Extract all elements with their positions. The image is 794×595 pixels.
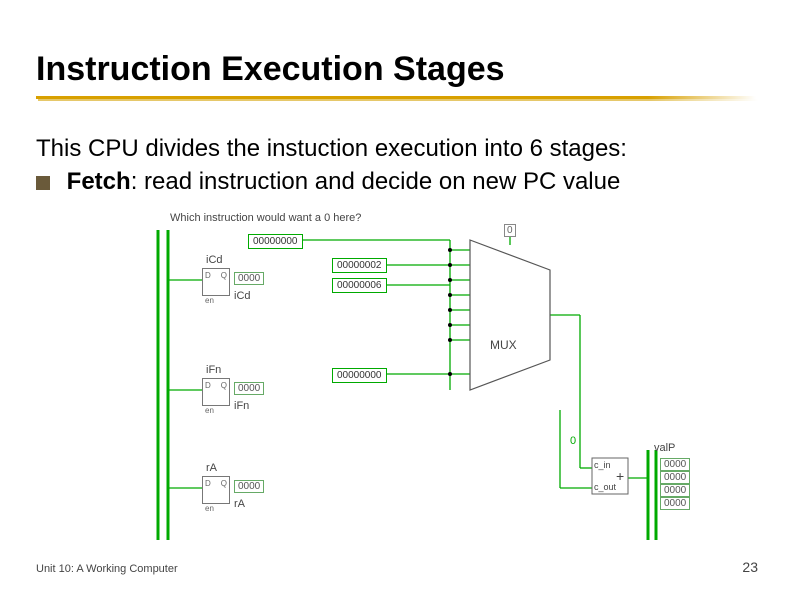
flipflop-icd: DQen bbox=[202, 268, 230, 296]
ff-ifn-value: 0000 bbox=[234, 382, 264, 395]
adder-cin: c_in bbox=[594, 460, 611, 470]
mux-shape bbox=[470, 240, 550, 390]
flipflop-ra: DQen bbox=[202, 476, 230, 504]
slide-title: Instruction Execution Stages bbox=[36, 50, 505, 89]
body-line-1: This CPU divides the instuction executio… bbox=[36, 135, 627, 163]
footer-left: Unit 10: A Working Computer bbox=[36, 563, 178, 575]
valp-b2: 0000 bbox=[660, 484, 690, 497]
bullet-term: Fetch bbox=[67, 168, 131, 195]
ff-ifn-out: iFn bbox=[234, 400, 249, 412]
title-underline-shadow bbox=[38, 99, 758, 101]
ff-icd-value: 0000 bbox=[234, 272, 264, 285]
ff-ra-name: rA bbox=[206, 462, 217, 474]
valp-label: valP bbox=[654, 442, 675, 454]
mux-sel-value: 0 bbox=[504, 224, 516, 237]
flipflop-ifn: DQen bbox=[202, 378, 230, 406]
mux-in-2: 00000000 bbox=[332, 368, 387, 383]
valp-b1: 0000 bbox=[660, 471, 690, 484]
ff-ifn-name: iFn bbox=[206, 364, 221, 376]
bullet-rest: : read instruction and decide on new PC … bbox=[131, 168, 621, 195]
ff-icd-out: iCd bbox=[234, 290, 251, 302]
question-label: Which instruction would want a 0 here? bbox=[170, 212, 361, 224]
body-line-2: Fetch: read instruction and decide on ne… bbox=[36, 168, 620, 196]
circuit-diagram: Which instruction would want a 0 here? 0… bbox=[150, 210, 690, 540]
valp-b3: 0000 bbox=[660, 497, 690, 510]
mux-in-0: 00000002 bbox=[332, 258, 387, 273]
const-zero: 00000000 bbox=[248, 234, 303, 249]
ff-icd-name: iCd bbox=[206, 254, 223, 266]
valp-b0: 0000 bbox=[660, 458, 690, 471]
footer-right: 23 bbox=[742, 559, 758, 575]
adder-cout: c_out bbox=[594, 482, 616, 492]
adder-plus-icon: + bbox=[616, 468, 624, 484]
mux-in-1: 00000006 bbox=[332, 278, 387, 293]
mux-label: MUX bbox=[490, 338, 517, 352]
ff-ra-value: 0000 bbox=[234, 480, 264, 493]
wire-zero-label: 0 bbox=[570, 435, 576, 447]
ff-ra-out: rA bbox=[234, 498, 245, 510]
bullet-square-icon bbox=[36, 176, 50, 190]
